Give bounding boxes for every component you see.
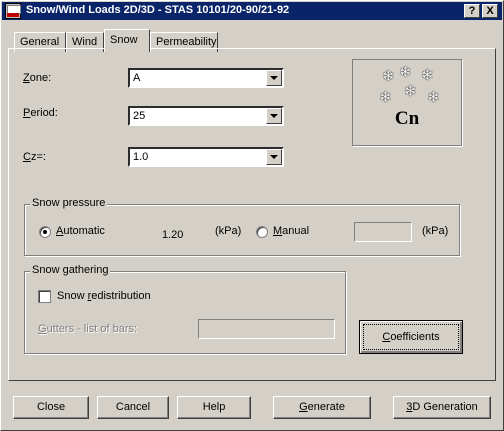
zone-value: A — [133, 72, 141, 84]
cancel-button[interactable]: Cancel — [97, 396, 169, 419]
generate-button[interactable]: Generate — [273, 396, 371, 419]
automatic-label[interactable]: Automatic — [56, 225, 105, 237]
title-bar[interactable]: Snow/Wind Loads 2D/3D - STAS 10101/20-90… — [2, 2, 502, 20]
cz-label: Cz=: — [23, 151, 46, 163]
chevron-down-icon[interactable] — [266, 149, 282, 165]
snow-redistribution-label[interactable]: Snow redistribution — [57, 290, 151, 302]
snowflake-icon: ❄ — [404, 83, 417, 100]
snowflake-icon: ❄ — [382, 68, 395, 85]
help-button[interactable]: Help — [177, 396, 251, 419]
app-icon — [5, 3, 21, 19]
active-tab-joint — [105, 49, 149, 51]
manual-label[interactable]: Manual — [273, 225, 309, 237]
zone-label: Zone: — [23, 72, 52, 84]
help-title-button[interactable]: ? — [464, 4, 480, 18]
window-title: Snow/Wind Loads 2D/3D - STAS 10101/20-90… — [26, 4, 290, 16]
gutters-input[interactable] — [198, 319, 335, 339]
snow-pressure-legend: Snow pressure — [30, 197, 108, 209]
cz-value: 1.0 — [133, 151, 149, 163]
cn-label: Cn — [394, 108, 420, 129]
unit-label: (kPa) — [215, 225, 242, 237]
chevron-down-icon[interactable] — [266, 70, 282, 86]
period-value: 25 — [133, 110, 146, 122]
zone-select[interactable]: A — [128, 68, 284, 88]
manual-radio[interactable] — [256, 226, 268, 238]
snowflake-icon: ❄ — [399, 64, 412, 81]
snow-gathering-legend: Snow gathering — [30, 264, 111, 276]
snowflake-icon: ❄ — [379, 89, 392, 106]
close-button[interactable]: Close — [13, 396, 89, 419]
cz-select[interactable]: 1.0 — [128, 147, 284, 167]
snow-gathering-group — [24, 271, 346, 354]
cn-image: ❄ ❄ ❄ ❄ ❄ ❄ Cn — [352, 59, 462, 146]
coefficients-button[interactable]: Coefficients — [359, 320, 463, 354]
automatic-radio[interactable] — [39, 226, 51, 238]
3d-generation-button[interactable]: 3D Generation — [393, 396, 491, 419]
snow-pressure-value: 1.20 — [162, 229, 184, 241]
period-select[interactable]: 25 — [128, 106, 284, 126]
gutters-label: Gutters - list of bars: — [38, 323, 138, 335]
manual-pressure-input[interactable] — [354, 222, 412, 242]
unit-label: (kPa) — [422, 225, 449, 237]
snowflake-icon: ❄ — [421, 67, 434, 84]
snowflake-icon: ❄ — [427, 89, 440, 106]
chevron-down-icon[interactable] — [266, 108, 282, 124]
period-label: Period: — [23, 107, 58, 119]
close-title-button[interactable]: X — [482, 4, 498, 18]
snow-redistribution-checkbox[interactable] — [38, 290, 51, 303]
